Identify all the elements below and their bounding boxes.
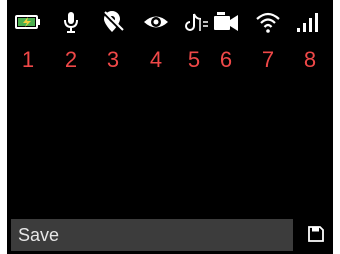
battery-charging-icon (15, 10, 41, 34)
signal-bars-icon (295, 10, 321, 34)
icon-number-8: 8 (303, 47, 317, 72)
icon-number-2: 2 (64, 47, 78, 72)
tiktok-icon (183, 10, 209, 34)
icon-number-4: 4 (149, 47, 163, 72)
icon-number-1: 1 (21, 47, 35, 72)
icon-number-7: 7 (261, 47, 275, 72)
save-label: Save (18, 225, 60, 245)
eye-icon (143, 10, 169, 34)
video-camera-icon (213, 10, 239, 34)
phone-screen: 1 2 3 4 5 6 7 8 Save (7, 0, 333, 254)
icon-number-3: 3 (106, 47, 120, 72)
microphone-icon (58, 10, 84, 34)
save-button[interactable] (299, 219, 333, 251)
wifi-icon (255, 10, 281, 34)
location-off-icon (100, 10, 126, 34)
save-name-field[interactable]: Save (11, 219, 293, 251)
icon-number-5: 5 (187, 47, 201, 72)
status-bar (7, 0, 333, 44)
icon-number-6: 6 (219, 47, 233, 72)
save-icon (308, 226, 324, 242)
